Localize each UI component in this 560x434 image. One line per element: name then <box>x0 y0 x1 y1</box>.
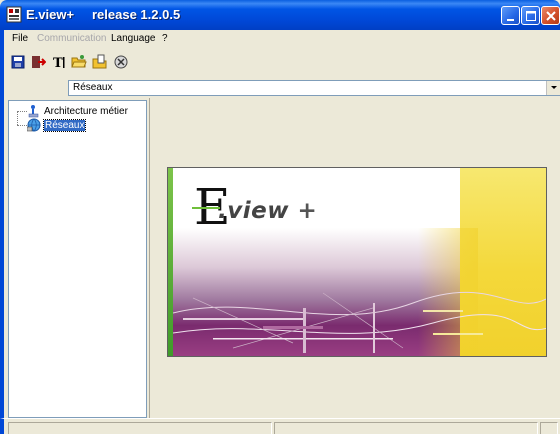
banner-pattern <box>173 291 546 353</box>
toolbar: T <box>0 50 560 74</box>
minimize-icon <box>507 19 514 21</box>
logo-text-main: .view <box>218 198 289 224</box>
network-icon <box>27 118 41 132</box>
tree-item-architecture[interactable]: Architecture métier <box>27 104 128 118</box>
open-file-icon <box>92 54 107 69</box>
minimize-button[interactable] <box>501 6 520 25</box>
menu-communication[interactable]: Communication <box>37 33 106 44</box>
close-button[interactable] <box>541 6 560 25</box>
logo-text: .view + <box>218 198 317 224</box>
svg-text:T: T <box>53 56 63 70</box>
logo-plus: + <box>297 198 318 224</box>
architecture-icon <box>28 105 39 118</box>
open-folder-button[interactable] <box>70 53 88 71</box>
selector-row: Réseaux <box>0 76 560 98</box>
tree-connector <box>17 111 27 112</box>
status-pane-1 <box>8 422 272 434</box>
exit-icon <box>32 56 46 68</box>
maximize-button[interactable] <box>521 6 540 25</box>
status-pane-2 <box>274 422 538 434</box>
open-file-button[interactable] <box>91 53 109 71</box>
status-bar <box>0 418 560 434</box>
menu-file[interactable]: File <box>12 33 28 44</box>
save-button[interactable] <box>9 53 27 71</box>
save-icon <box>11 55 25 69</box>
close-icon <box>546 11 556 21</box>
refresh-button[interactable] <box>112 53 130 71</box>
tree-item-label: Architecture métier <box>44 105 128 117</box>
menu-help[interactable]: ? <box>162 33 168 44</box>
tree-item-label: Réseaux <box>42 118 87 132</box>
view-selector[interactable]: Réseaux <box>68 80 560 96</box>
menu-bar: File Communication Language ? <box>0 30 560 48</box>
window-version: release 1.2.0.5 <box>92 7 181 22</box>
open-folder-icon <box>71 55 87 68</box>
tree-connector <box>17 111 18 125</box>
text-button[interactable]: T <box>51 53 69 71</box>
resize-grip[interactable] <box>540 422 558 434</box>
exit-button[interactable] <box>29 53 47 71</box>
maximize-icon <box>526 11 536 21</box>
logo-accent <box>192 207 220 209</box>
refresh-icon <box>114 55 128 69</box>
window-title: E.view+ <box>26 7 75 22</box>
chevron-down-icon <box>550 86 557 89</box>
menu-language[interactable]: Language <box>111 33 156 44</box>
window-frame-left <box>0 48 4 434</box>
tree-panel[interactable]: Architecture métier Réseaux <box>8 100 147 418</box>
dropdown-button[interactable] <box>546 81 560 95</box>
splash-banner: E .view + <box>167 167 547 357</box>
title-bar[interactable]: E.view+ release 1.2.0.5 <box>0 0 560 30</box>
text-icon: T <box>53 56 65 70</box>
tree-item-reseaux[interactable]: Réseaux <box>27 118 87 132</box>
tree-connector <box>17 125 27 126</box>
banner-green-stripe <box>168 168 173 356</box>
app-icon <box>6 6 22 23</box>
view-selector-value: Réseaux <box>73 82 113 93</box>
